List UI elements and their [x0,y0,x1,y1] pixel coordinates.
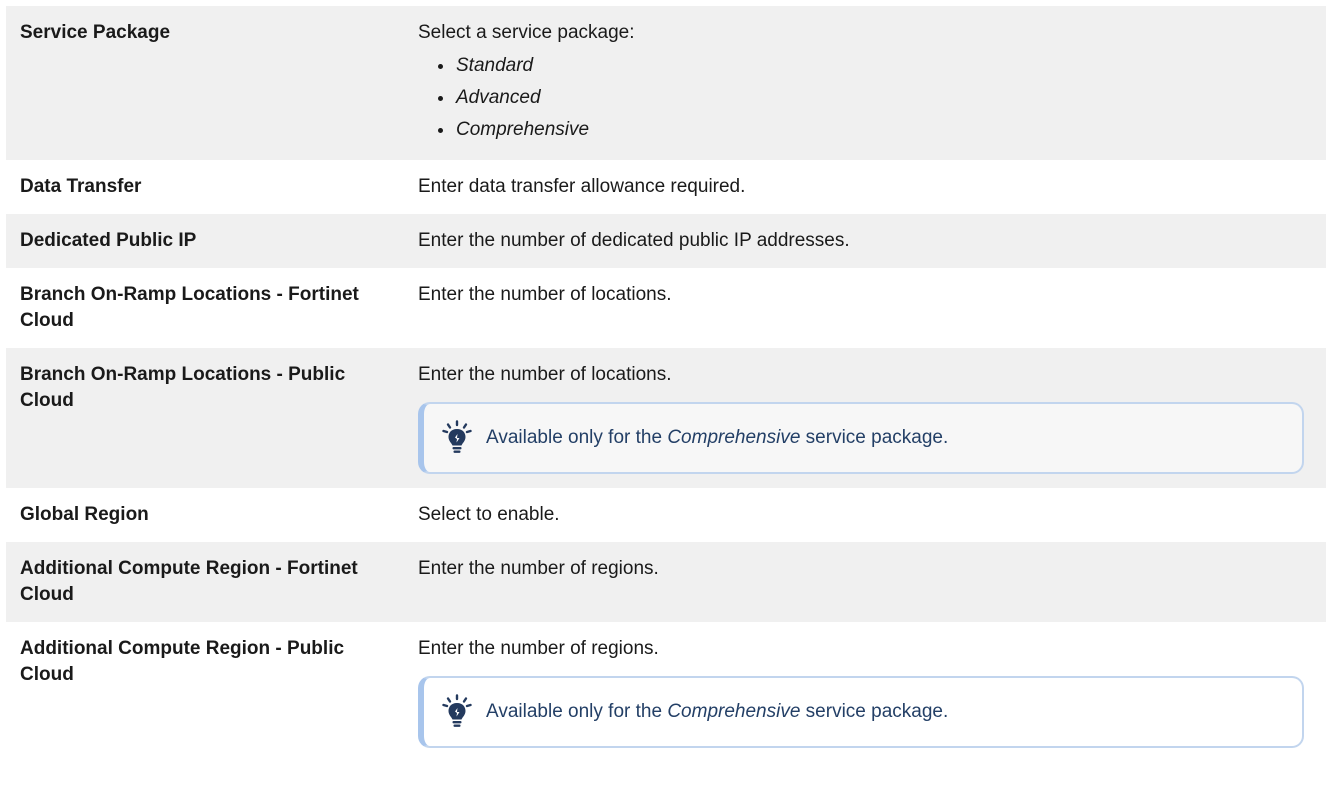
parameter-description: Select to enable. [418,504,560,525]
parameter-name: Dedicated Public IP [20,230,197,251]
note-callout: Available only for the Comprehensive ser… [418,402,1304,474]
table-row: Data Transfer Enter data transfer allowa… [6,160,1326,214]
lightbulb-icon [442,420,472,453]
note-text: Available only for the Comprehensive ser… [486,427,949,448]
parameter-description: Enter the number of locations. [418,284,672,305]
parameter-name: Branch On-Ramp Locations - Fortinet Clou… [20,284,359,331]
parameter-name: Data Transfer [20,176,142,197]
parameter-name: Branch On-Ramp Locations - Public Cloud [20,364,346,411]
description-text: Enter the number of regions. [418,638,659,659]
parameter-description: Enter the number of regions. [406,622,1326,762]
table-row: Global Region Select to enable. [6,488,1326,542]
note-text: Available only for the Comprehensive ser… [486,701,949,722]
parameter-description: Select a service package: Standard Advan… [406,6,1326,160]
lightbulb-icon [442,694,472,727]
note-callout: Available only for the Comprehensive ser… [418,676,1304,748]
table-row: Additional Compute Region - Public Cloud… [6,622,1326,762]
option-list: Standard Advanced Comprehensive [418,50,1308,146]
list-item: Standard [434,50,1308,82]
table-row: Service Package Select a service package… [6,6,1326,160]
table-row: Dedicated Public IP Enter the number of … [6,214,1326,268]
parameter-description: Enter the number of regions. [418,558,659,579]
parameter-name: Service Package [20,22,171,43]
description-text: Select a service package: [418,22,635,43]
table-row: Additional Compute Region - Fortinet Clo… [6,542,1326,622]
list-item: Advanced [434,82,1308,114]
parameter-description: Enter data transfer allowance required. [418,176,746,197]
table-row: Branch On-Ramp Locations - Public Cloud … [6,348,1326,488]
list-item: Comprehensive [434,114,1308,146]
description-text: Enter the number of locations. [418,364,672,385]
parameters-table: Service Package Select a service package… [6,6,1326,762]
parameter-name: Additional Compute Region - Public Cloud [20,638,345,685]
parameter-name: Additional Compute Region - Fortinet Clo… [20,558,358,605]
parameter-name: Global Region [20,504,149,525]
table-row: Branch On-Ramp Locations - Fortinet Clou… [6,268,1326,348]
parameter-description: Enter the number of dedicated public IP … [418,230,850,251]
parameter-description: Enter the number of locations. [406,348,1326,488]
